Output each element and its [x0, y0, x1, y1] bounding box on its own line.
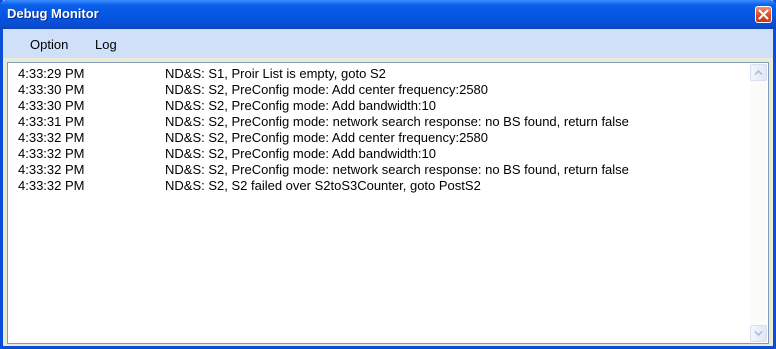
log-time: 4:33:32 PM: [18, 162, 85, 177]
log-time: 4:33:32 PM: [18, 130, 85, 145]
title-bar[interactable]: Debug Monitor: [0, 0, 776, 29]
log-entry: 4:33:32 PM ND&S: S2, PreConfig mode: Add …: [18, 130, 744, 146]
chevron-down-icon: [754, 330, 763, 337]
scroll-down-button[interactable]: [750, 325, 767, 342]
menu-bar: Option Log: [3, 29, 773, 58]
log-message: ND&S: S2, PreConfig mode: network search…: [165, 114, 629, 129]
window-title: Debug Monitor: [7, 6, 99, 21]
log-entry: 4:33:29 PM ND&S: S1, Proir List is empty,…: [18, 66, 744, 82]
log-entry: 4:33:30 PM ND&S: S2, PreConfig mode: Add …: [18, 82, 744, 98]
log-output[interactable]: 4:33:29 PM ND&S: S1, Proir List is empty,…: [7, 62, 769, 344]
log-time: 4:33:32 PM: [18, 178, 85, 193]
log-entry: 4:33:32 PM ND&S: S2, PreConfig mode: netw…: [18, 162, 744, 178]
log-message: ND&S: S2, S2 failed over S2toS3Counter, …: [165, 178, 481, 193]
log-message: ND&S: S2, PreConfig mode: Add bandwidth:…: [165, 146, 436, 161]
log-message: ND&S: S2, PreConfig mode: Add bandwidth:…: [165, 98, 436, 113]
log-time: 4:33:30 PM: [18, 82, 85, 97]
log-entry: 4:33:32 PM ND&S: S2, PreConfig mode: Add …: [18, 146, 744, 162]
scroll-up-button[interactable]: [750, 64, 767, 81]
log-entry: 4:33:30 PM ND&S: S2, PreConfig mode: Add …: [18, 98, 744, 114]
log-message: ND&S: S2, PreConfig mode: Add center fre…: [165, 130, 489, 145]
log-time: 4:33:31 PM: [18, 114, 85, 129]
log-time: 4:33:30 PM: [18, 98, 85, 113]
close-icon: [758, 9, 769, 20]
log-entry: 4:33:32 PM ND&S: S2, S2 failed over S2toS…: [18, 178, 744, 194]
chevron-up-icon: [754, 69, 763, 76]
log-entry: 4:33:31 PM ND&S: S2, PreConfig mode: netw…: [18, 114, 744, 130]
log-time: 4:33:32 PM: [18, 146, 85, 161]
log-message: ND&S: S2, PreConfig mode: Add center fre…: [165, 82, 489, 97]
log-time: 4:33:29 PM: [18, 66, 85, 81]
menu-log[interactable]: Log: [93, 37, 119, 52]
log-message: ND&S: S2, PreConfig mode: network search…: [165, 162, 629, 177]
log-list: 4:33:29 PM ND&S: S1, Proir List is empty,…: [18, 66, 744, 194]
debug-monitor-window: Debug Monitor Option Log 4:33:29 PM ND&S:…: [0, 0, 776, 349]
log-message: ND&S: S1, Proir List is empty, goto S2: [165, 66, 386, 81]
vertical-scrollbar[interactable]: [750, 64, 767, 342]
menu-option[interactable]: Option: [28, 37, 70, 52]
close-button[interactable]: [755, 6, 772, 23]
